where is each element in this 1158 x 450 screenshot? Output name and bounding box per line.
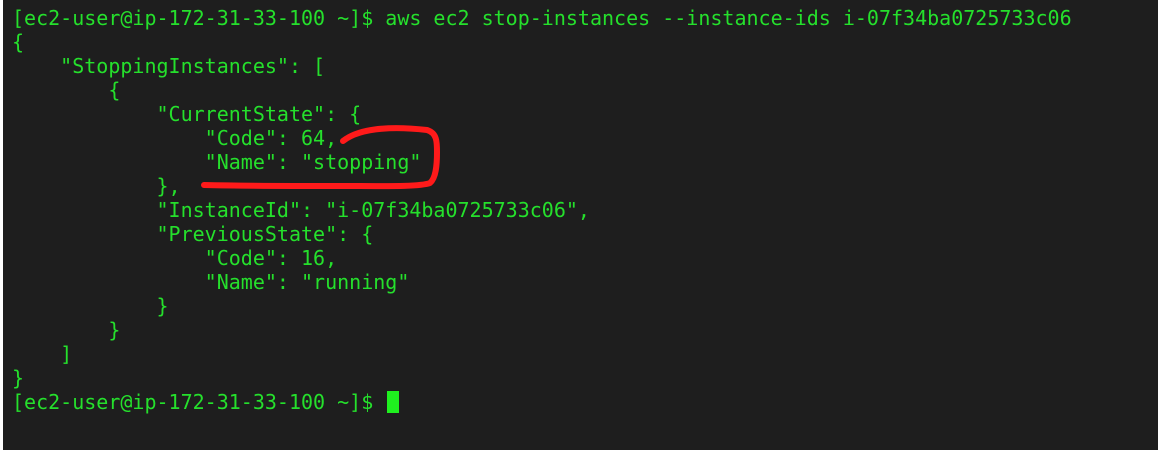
- output-line-current-code: "Code": 64,: [12, 126, 338, 150]
- terminal-output: [ec2-user@ip-172-31-33-100 ~]$ aws ec2 s…: [12, 6, 1072, 414]
- output-line: }: [12, 318, 121, 342]
- output-line-instance-id: "InstanceId": "i-07f34ba0725733c06",: [12, 198, 590, 222]
- output-line: {: [12, 30, 25, 54]
- output-line: "StoppingInstances": [: [12, 54, 326, 78]
- output-line: "PreviousState": {: [12, 222, 374, 246]
- text-cursor[interactable]: [387, 391, 400, 413]
- terminal-window[interactable]: [ec2-user@ip-172-31-33-100 ~]$ aws ec2 s…: [3, 0, 1158, 450]
- output-line: "Code": 16,: [12, 246, 338, 270]
- output-line: }: [12, 366, 25, 390]
- shell-prompt: [ec2-user@ip-172-31-33-100 ~]$: [12, 390, 386, 414]
- output-line: }: [12, 294, 169, 318]
- output-line: "CurrentState": {: [12, 102, 362, 126]
- output-line: "Name": "running": [12, 270, 410, 294]
- output-line: ]: [12, 342, 73, 366]
- output-line: {: [12, 78, 121, 102]
- prompt-line[interactable]: [ec2-user@ip-172-31-33-100 ~]$: [12, 390, 1072, 414]
- output-line-current-name: "Name": "stopping": [12, 150, 422, 174]
- command-line: [ec2-user@ip-172-31-33-100 ~]$ aws ec2 s…: [12, 6, 1072, 30]
- output-line: },: [12, 174, 181, 198]
